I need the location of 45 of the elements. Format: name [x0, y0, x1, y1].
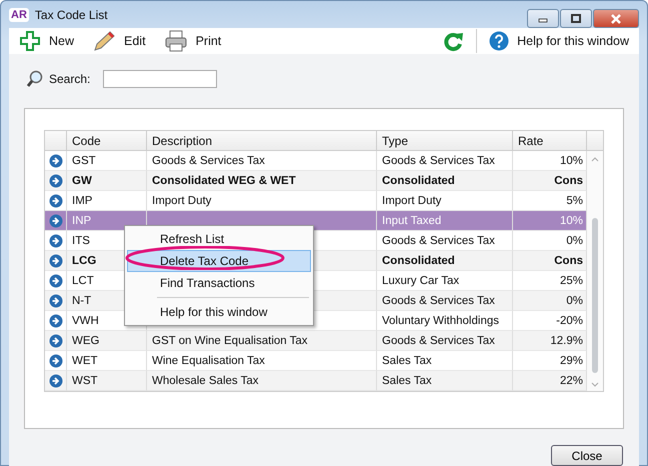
- table-cell: GW: [72, 174, 92, 186]
- table-cell: Cons: [554, 254, 583, 266]
- table-cell: Goods & Services Tax: [382, 154, 495, 166]
- table-cell: Goods & Services Tax: [382, 334, 495, 346]
- table-cell: INP: [72, 214, 92, 226]
- table-cell: ITS: [72, 234, 90, 246]
- table-cell: Goods & Services Tax: [152, 154, 265, 166]
- table-cell: Consolidated: [382, 174, 455, 186]
- table-cell: Cons: [554, 174, 583, 186]
- table-cell: Wholesale Sales Tax: [152, 374, 259, 386]
- table-cell: -20%: [556, 314, 583, 326]
- table-cell: Import Duty: [152, 194, 212, 206]
- table-cell: LCT: [72, 274, 94, 286]
- table-cell: Input Taxed: [382, 214, 442, 226]
- table-cell: WST: [72, 374, 98, 386]
- table-cell: 22%: [560, 374, 583, 386]
- table-cell: 10%: [560, 154, 583, 166]
- table-cell: WEG: [72, 334, 100, 346]
- table-cell: Sales Tax: [382, 374, 432, 386]
- table-cell: Goods & Services Tax: [382, 294, 495, 306]
- table-cell: Luxury Car Tax: [382, 274, 460, 286]
- table-cell: Import Duty: [382, 194, 442, 206]
- table-cell: 0%: [566, 234, 583, 246]
- table-cell: WET: [72, 354, 98, 366]
- table-cell: VWH: [72, 314, 99, 326]
- table-cell: Wine Equalisation Tax: [152, 354, 265, 366]
- table-cell: Consolidated: [382, 254, 455, 266]
- app-logo: AR: [9, 8, 29, 22]
- table-cell: LCG: [72, 254, 96, 266]
- table-cell: 25%: [560, 274, 583, 286]
- table-cell: 5%: [566, 194, 583, 206]
- table-cell: 0%: [566, 294, 583, 306]
- table-cell: N-T: [72, 294, 92, 306]
- table-cell: Consolidated WEG & WET: [152, 174, 296, 186]
- search-label: Search:: [49, 72, 90, 86]
- table-cell: 29%: [560, 354, 583, 366]
- table-cell: IMP: [72, 194, 92, 206]
- window-title: Tax Code List: [34, 8, 108, 22]
- table-cell: Goods & Services Tax: [382, 234, 495, 246]
- table-cell: Sales Tax: [382, 354, 432, 366]
- table-cell: GST on Wine Equalisation Tax: [152, 334, 308, 346]
- table-cell: Voluntary Withholdings: [382, 314, 499, 326]
- table-cell: GST: [72, 154, 96, 166]
- table-cell: 12.9%: [550, 334, 583, 346]
- table-cell: 10%: [560, 214, 583, 226]
